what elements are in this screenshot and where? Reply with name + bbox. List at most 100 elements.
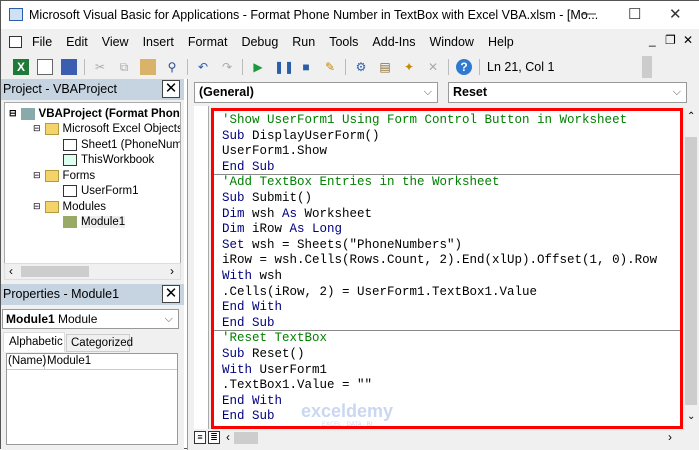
close-button[interactable]: ✕	[669, 5, 682, 23]
redo-icon[interactable]: ↷	[219, 59, 235, 75]
tree-node-module1[interactable]: Module1	[63, 214, 126, 229]
code-line[interactable]: 'Reset TextBox	[222, 331, 327, 347]
code-line[interactable]: End With	[222, 394, 282, 410]
menu-insert[interactable]: Insert	[143, 35, 174, 49]
object-browser-icon[interactable]: ✦	[401, 59, 417, 75]
break-icon[interactable]: ❚❚	[274, 59, 294, 75]
code-keyword: End With	[222, 393, 283, 408]
project-tree-hscrollbar[interactable]: ‹ ›	[4, 263, 181, 280]
maximize-button[interactable]: ☐	[628, 5, 641, 23]
properties-window-icon[interactable]: ▤	[377, 59, 393, 75]
excel-icon[interactable]: X	[13, 58, 29, 75]
code-hscrollbar[interactable]: ≡ ≣ ‹ ›	[194, 429, 699, 447]
scroll-thumb[interactable]	[234, 432, 258, 444]
tree-node-vbaproject[interactable]: ⊟VBAProject (Format Phone Number in Text…	[9, 106, 180, 121]
tree-node-sheet1[interactable]: Sheet1 (PhoneNumbers)	[63, 137, 180, 152]
code-line[interactable]: Sub Reset()	[222, 347, 305, 363]
code-line[interactable]: End Sub	[222, 409, 275, 425]
reset-icon[interactable]: ■	[298, 59, 314, 75]
scroll-thumb[interactable]	[685, 137, 697, 405]
property-value[interactable]: Module1	[45, 354, 91, 369]
object-combo[interactable]: (General) ⌵	[194, 82, 438, 103]
code-line[interactable]: With UserForm1	[222, 363, 327, 379]
code-line[interactable]: 'Show UserForm1 Using Form Control Butto…	[222, 113, 627, 129]
menu-debug[interactable]: Debug	[241, 35, 278, 49]
procedure-combo-value: Reset	[453, 85, 488, 99]
node-label: VBAProject (Format Phone Number in TextB…	[38, 107, 180, 120]
insert-userform-icon[interactable]	[37, 58, 53, 75]
scroll-right-arrow[interactable]: ›	[170, 264, 174, 278]
code-line[interactable]: .Cells(iRow, 2) = UserForm1.TextBox1.Val…	[222, 285, 537, 301]
toolbar-options-chevron[interactable]	[642, 56, 652, 78]
scroll-thumb[interactable]	[21, 266, 89, 277]
minimize-button[interactable]: —	[581, 5, 596, 22]
node-label: ThisWorkbook	[81, 153, 155, 166]
tree-node-excel-objects[interactable]: ⊟ Microsoft Excel Objects	[33, 121, 180, 136]
property-row[interactable]: (Name) Module1	[7, 354, 177, 370]
menu-file[interactable]: File	[32, 35, 52, 49]
node-label: UserForm1	[81, 184, 139, 197]
code-line[interactable]: Dim iRow As Long	[222, 222, 342, 238]
code-line[interactable]: Dim wsh As Worksheet	[222, 207, 372, 223]
tree-node-thisworkbook[interactable]: ThisWorkbook	[63, 152, 154, 167]
code-line[interactable]: Sub Submit()	[222, 191, 312, 207]
code-line[interactable]: UserForm1.Show	[222, 144, 327, 160]
help-icon[interactable]: ?	[456, 58, 472, 75]
menu-edit[interactable]: Edit	[66, 35, 88, 49]
tree-node-modules[interactable]: ⊟ Modules	[33, 199, 106, 214]
tree-node-forms[interactable]: ⊟ Forms	[33, 168, 95, 183]
module-icon[interactable]	[9, 35, 22, 48]
tab-alphabetic[interactable]: Alphabetic	[3, 332, 65, 352]
folder-icon	[44, 122, 59, 135]
code-line[interactable]: 'Add TextBox Entries in the Worksheet	[222, 175, 500, 191]
code-keyword: Dim	[222, 222, 245, 237]
code-line[interactable]: With wsh	[222, 269, 282, 285]
mdi-restore-button[interactable]: ❐	[665, 33, 676, 47]
menu-tools[interactable]: Tools	[329, 35, 358, 49]
toolbox-icon[interactable]: ✕	[425, 59, 441, 75]
code-line[interactable]: .TextBox1.Value = ""	[222, 378, 372, 394]
scroll-right-arrow[interactable]: ›	[668, 430, 672, 444]
menu-view[interactable]: View	[102, 35, 129, 49]
menu-window[interactable]: Window	[430, 35, 474, 49]
scroll-left-arrow[interactable]: ‹	[226, 430, 230, 444]
title-bar: Microsoft Visual Basic for Applications …	[1, 1, 699, 29]
object-selector[interactable]: Module1 Module ⌵	[2, 309, 179, 329]
procedure-combo[interactable]: Reset ⌵	[448, 82, 687, 103]
tab-categorized[interactable]: Categorized	[66, 334, 133, 352]
code-line[interactable]: End With	[222, 300, 282, 316]
mdi-close-button[interactable]: ✕	[683, 33, 693, 47]
scroll-up-arrow[interactable]: ⌃	[687, 111, 695, 122]
scroll-left-arrow[interactable]: ‹	[9, 264, 13, 278]
project-close-button[interactable]: ✕	[162, 80, 180, 98]
properties-pane-title: Properties - Module1	[3, 287, 120, 301]
code-line[interactable]: Set wsh = Sheets("PhoneNumbers")	[222, 238, 462, 254]
menu-help[interactable]: Help	[488, 35, 514, 49]
object-type: Module	[58, 312, 98, 326]
procedure-view-icon[interactable]: ≡	[194, 431, 206, 444]
scroll-down-arrow[interactable]: ⌄	[687, 411, 695, 422]
mdi-minimize-button[interactable]: _	[649, 33, 656, 47]
tree-node-userform1[interactable]: UserForm1	[63, 183, 139, 198]
paste-icon[interactable]	[140, 58, 156, 75]
project-explorer-icon[interactable]: ⚙	[353, 59, 369, 75]
find-icon[interactable]: ⚲	[164, 59, 180, 75]
code-line[interactable]: End Sub	[222, 160, 275, 176]
properties-close-button[interactable]: ✕	[162, 285, 180, 303]
design-mode-icon[interactable]: ✎	[322, 59, 338, 75]
code-line[interactable]: iRow = wsh.Cells(Rows.Count, 2).End(xlUp…	[222, 253, 657, 269]
full-module-view-icon[interactable]: ≣	[208, 431, 220, 444]
code-line[interactable]: End Sub	[222, 316, 275, 332]
menu-add-ins[interactable]: Add-Ins	[372, 35, 415, 49]
code-vscrollbar[interactable]: ⌃ ⌄	[684, 105, 699, 429]
run-icon[interactable]: ▶	[250, 59, 266, 75]
undo-icon[interactable]: ↶	[195, 59, 211, 75]
menu-format[interactable]: Format	[188, 35, 228, 49]
vbaproject-icon	[20, 107, 35, 120]
menu-run[interactable]: Run	[292, 35, 315, 49]
code-editor[interactable]: 'Show UserForm1 Using Form Control Butto…	[211, 108, 683, 429]
code-line[interactable]: Sub DisplayUserForm()	[222, 129, 380, 145]
cut-icon[interactable]: ✂	[92, 59, 108, 75]
save-icon[interactable]	[61, 58, 77, 75]
copy-icon[interactable]: ⧉	[116, 59, 132, 75]
